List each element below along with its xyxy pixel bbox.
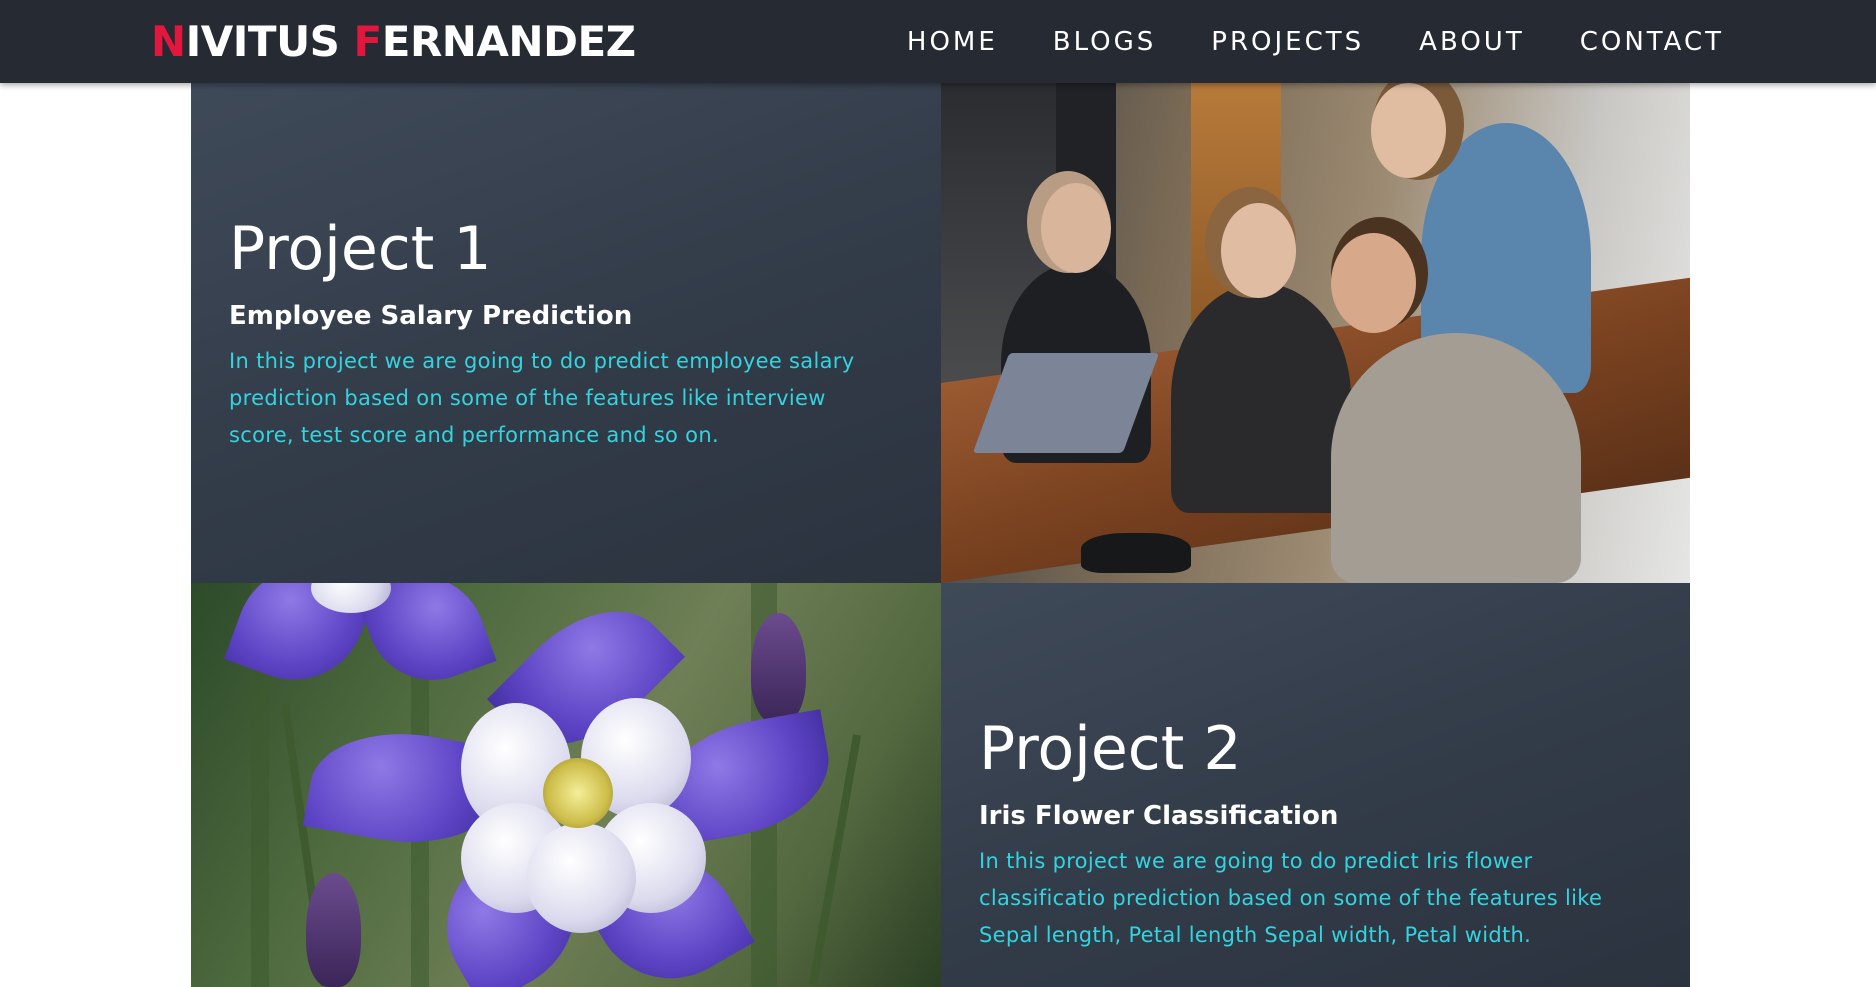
brand-last-rest: ERNANDEZ [381,17,636,66]
nav-about[interactable]: ABOUT [1419,27,1525,57]
project-1-card: Project 1 Employee Salary Prediction In … [191,83,941,583]
brand-initial-first: N [151,17,186,66]
image-drone [1081,533,1191,573]
image-flower-center [543,758,613,828]
project-2-subtitle: Iris Flower Classification [979,801,1339,831]
image-inner-petal [526,823,636,933]
image-person [1171,283,1351,513]
projects-grid: Project 1 Employee Salary Prediction In … [191,83,1690,987]
nav-blogs[interactable]: BLOGS [1053,27,1157,57]
nav-menu: HOME BLOGS PROJECTS ABOUT CONTACT [852,0,1724,83]
nav-contact[interactable]: CONTACT [1580,27,1724,57]
project-2-image [191,583,941,987]
project-1-image [941,83,1690,583]
brand-logo[interactable]: NIVITUS FERNANDEZ [151,14,636,70]
image-bud [751,613,806,723]
nav-home[interactable]: HOME [907,27,998,57]
navbar: NIVITUS FERNANDEZ HOME BLOGS PROJECTS AB… [0,0,1876,83]
image-bud [306,873,361,987]
brand-first-rest: IVITUS [185,17,340,66]
project-1-subtitle: Employee Salary Prediction [229,301,633,331]
project-2-description: In this project we are going to do predi… [979,849,1603,947]
nav-projects[interactable]: PROJECTS [1211,27,1364,57]
image-person [1331,333,1581,583]
project-1-content: Project 1 Employee Salary Prediction In … [229,213,891,454]
brand-initial-last: F [353,17,383,66]
project-2-card: Project 2 Iris Flower Classification In … [941,583,1690,987]
image-person-head [1371,83,1446,178]
project-1-title: Project 1 [229,214,492,284]
project-2-content: Project 2 Iris Flower Classification In … [979,713,1640,954]
image-person-head [1331,233,1416,333]
image-person-head [1041,183,1111,273]
project-1-description: In this project we are going to do predi… [229,349,855,447]
project-2-title: Project 2 [979,714,1242,784]
image-person-head [1221,203,1296,298]
